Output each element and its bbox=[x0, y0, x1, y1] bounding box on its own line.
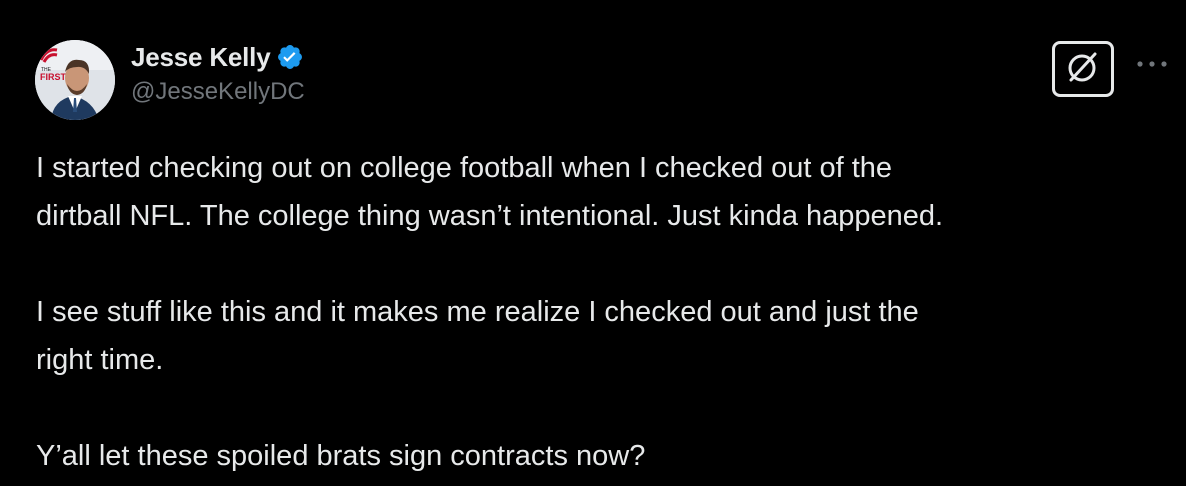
verified-badge-icon bbox=[276, 43, 304, 71]
grok-button[interactable] bbox=[1052, 41, 1114, 97]
avatar-badge-main: FIRST bbox=[40, 72, 67, 82]
author-block: Jesse Kelly @JesseKellyDC bbox=[131, 40, 305, 106]
grok-slash-circle-icon bbox=[1063, 47, 1103, 92]
more-dots-icon bbox=[1134, 57, 1170, 75]
tweet-paragraph: I see stuff like this and it makes me re… bbox=[36, 296, 919, 376]
tweet-card: THE FIRST Jesse Kelly @JesseKellyDC I st… bbox=[0, 0, 1186, 486]
tweet-paragraph: I started checking out on college footba… bbox=[36, 152, 944, 232]
author-name-row: Jesse Kelly bbox=[131, 40, 305, 74]
tweet-text: I started checking out on college footba… bbox=[36, 144, 1156, 480]
tweet-paragraph: Y’all let these spoiled brats sign contr… bbox=[36, 440, 646, 472]
more-options-button[interactable] bbox=[1130, 50, 1174, 82]
avatar[interactable]: THE FIRST bbox=[35, 40, 115, 120]
author-handle[interactable]: @JesseKellyDC bbox=[131, 78, 305, 106]
avatar-image: THE FIRST bbox=[35, 40, 115, 120]
author-display-name[interactable]: Jesse Kelly bbox=[131, 42, 271, 73]
